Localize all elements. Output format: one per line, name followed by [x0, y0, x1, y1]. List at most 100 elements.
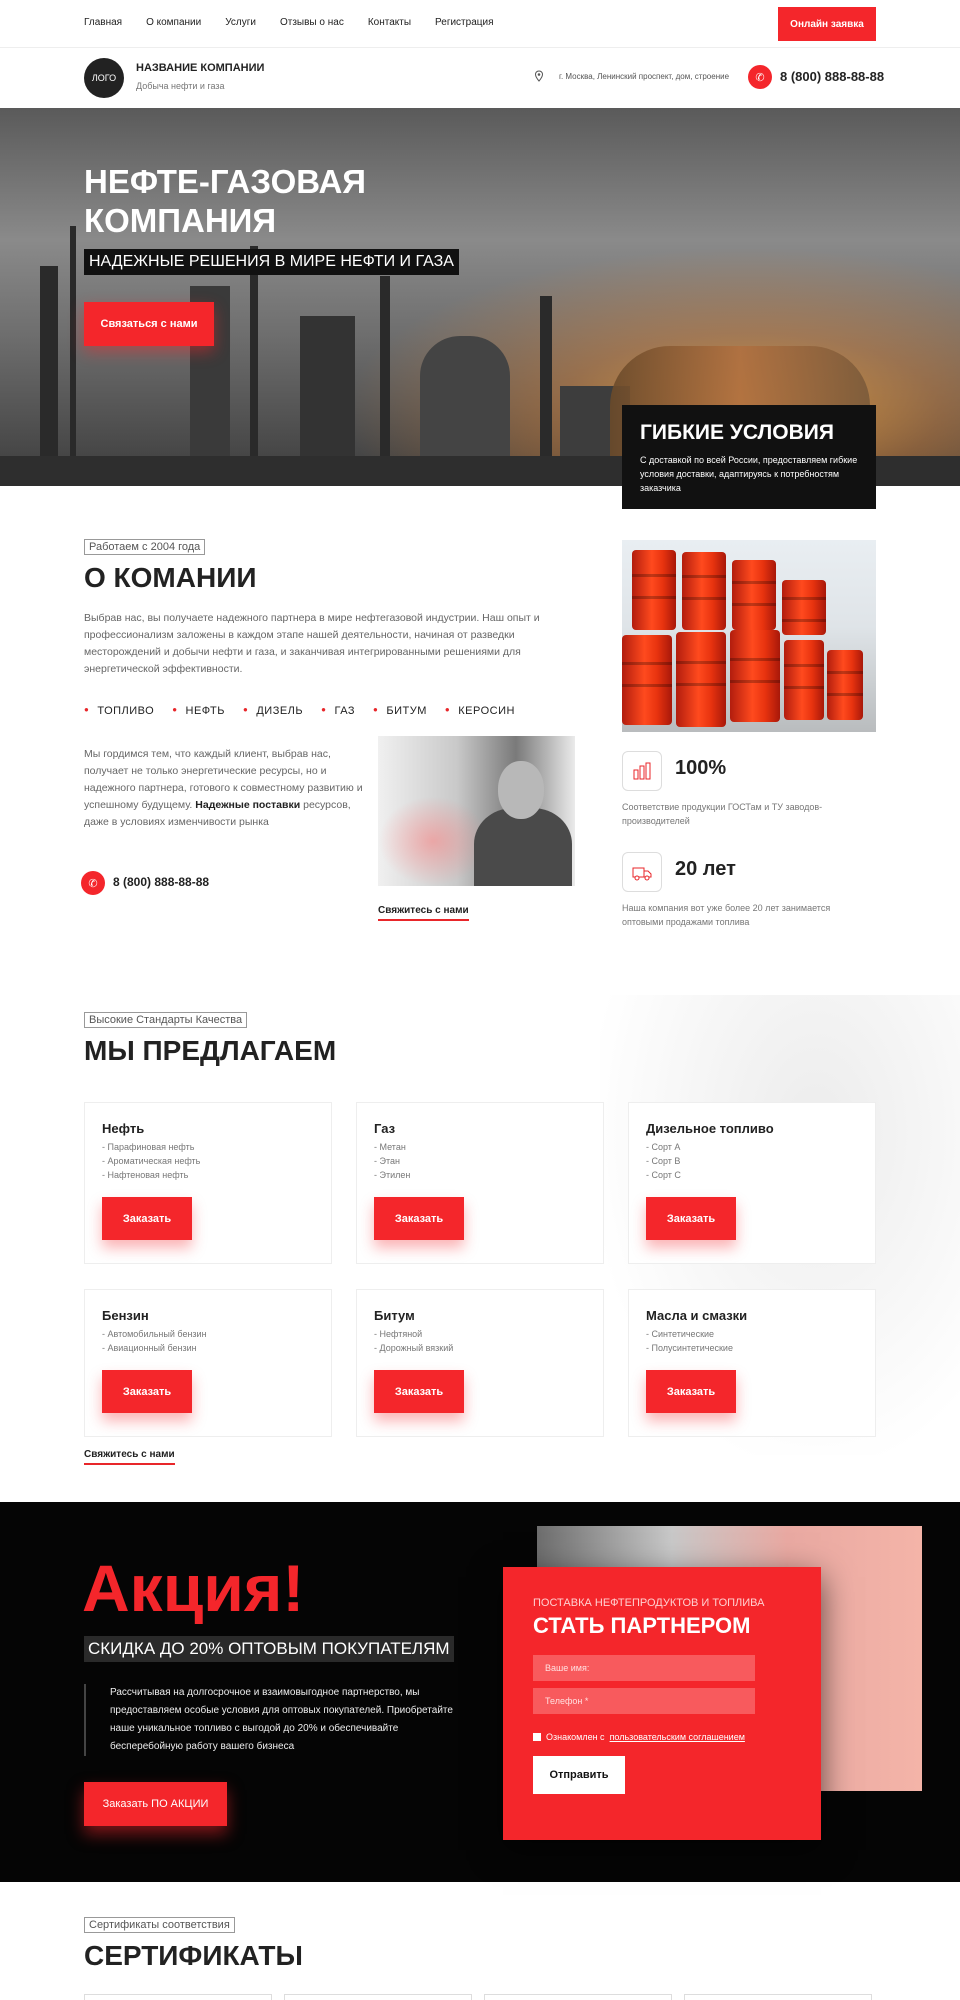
- nav-item-reviews[interactable]: Отзывы о нас: [280, 17, 344, 28]
- about-phone[interactable]: 8 (800) 888-88-88: [113, 875, 209, 889]
- contact-us-link[interactable]: Свяжитесь с нами: [84, 1449, 175, 1465]
- nav-item-services[interactable]: Услуги: [225, 17, 256, 28]
- contact-us-link[interactable]: Свяжитесь с нами: [378, 905, 469, 921]
- cert-card[interactable]: [484, 1994, 672, 2000]
- offer-card-item: - Дорожный вязкий: [374, 1343, 454, 1353]
- product-item: КЕРОСИН: [445, 705, 515, 717]
- offer-card-item: - Ароматическая нефть: [102, 1156, 201, 1166]
- submit-button[interactable]: Отправить: [533, 1756, 625, 1794]
- header-phone[interactable]: 8 (800) 888-88-88: [780, 69, 884, 84]
- order-button[interactable]: Заказать: [374, 1197, 464, 1240]
- offer-card-item: - Авиационный бензин: [102, 1343, 197, 1353]
- engineer-photo: [378, 736, 575, 886]
- location-icon: [533, 70, 545, 82]
- barrels-photo: [622, 540, 876, 732]
- stat-quality-value: 100%: [675, 757, 727, 779]
- order-button[interactable]: Заказать: [646, 1197, 736, 1240]
- online-request-button[interactable]: Онлайн заявка: [778, 7, 876, 41]
- product-list: ТОПЛИВО НЕФТЬ ДИЗЕЛЬ ГАЗ БИТУМ КЕРОСИН: [84, 705, 515, 717]
- flexible-terms-title: ГИБКИЕ УСЛОВИЯ: [640, 421, 834, 444]
- phone-icon[interactable]: ✆: [748, 65, 772, 89]
- promo-discount: СКИДКА ДО 20% ОПТОВЫМ ПОКУПАТЕЛЯМ: [84, 1636, 454, 1662]
- offer-card-item: - Парафиновая нефть: [102, 1142, 195, 1152]
- agreement-link[interactable]: пользовательским соглашением: [610, 1732, 745, 1742]
- form-title: СТАТЬ ПАРТНЕРОМ: [533, 1613, 751, 1638]
- offer-card-item: - Автомобильный бензин: [102, 1329, 207, 1339]
- about-text-2: Мы гордимся тем, что каждый клиент, выбр…: [84, 746, 364, 831]
- product-item: ГАЗ: [321, 705, 355, 717]
- hero-tagline: НАДЕЖНЫЕ РЕШЕНИЯ В МИРЕ НЕФТИ И ГАЗА: [84, 249, 459, 275]
- product-item: ТОПЛИВО: [84, 705, 154, 717]
- address: г. Москва, Ленинский проспект, дом, стро…: [559, 72, 730, 81]
- offer-card-item: - Сорт С: [646, 1170, 681, 1180]
- about-title: О КОМАНИИ: [84, 562, 257, 593]
- offer-card: Нефть - Парафиновая нефть - Ароматическа…: [84, 1102, 332, 1264]
- offers-tag: Высокие Стандарты Качества: [84, 1012, 248, 1028]
- company-name: НАЗВАНИЕ КОМПАНИИ: [136, 62, 265, 74]
- nav-item-contacts[interactable]: Контакты: [368, 17, 411, 28]
- form-subtitle: ПОСТАВКА НЕФТЕПРОДУКТОВ И ТОПЛИВА: [533, 1597, 765, 1609]
- order-button[interactable]: Заказать: [374, 1370, 464, 1413]
- stat-years-text: Наша компания вот уже более 20 лет заним…: [622, 903, 831, 927]
- company-subtitle: Добыча нефти и газа: [136, 81, 225, 91]
- logo[interactable]: ЛОГО: [84, 58, 124, 98]
- offer-card-title: Газ: [374, 1121, 396, 1136]
- order-button[interactable]: Заказать: [102, 1197, 192, 1240]
- offer-card-item: - Сорт А: [646, 1142, 681, 1152]
- agreement-text: Ознакомлен с: [546, 1732, 605, 1742]
- order-button[interactable]: Заказать: [102, 1370, 192, 1413]
- nav-item-about[interactable]: О компании: [146, 17, 201, 28]
- about-text-2-bold: Надежные поставки: [195, 799, 301, 811]
- hero-title-line2: КОМПАНИЯ: [84, 202, 277, 239]
- phone-input[interactable]: [533, 1688, 755, 1714]
- certs-tag: Сертификаты соответствия: [84, 1917, 235, 1933]
- about-text: Выбрав нас, вы получаете надежного партн…: [84, 612, 540, 675]
- flexible-terms-box: ГИБКИЕ УСЛОВИЯ С доставкой по всей Росси…: [622, 405, 876, 509]
- offer-card-title: Нефть: [102, 1121, 145, 1136]
- product-item: НЕФТЬ: [172, 705, 225, 717]
- hero-title: НЕФТЕ-ГАЗОВАЯ КОМПАНИЯ: [84, 162, 366, 240]
- hero-contact-button[interactable]: Связаться с нами: [84, 302, 214, 346]
- offer-card-title: Битум: [374, 1308, 415, 1323]
- offer-card-item: - Полусинтетические: [646, 1343, 733, 1353]
- nav-item-register[interactable]: Регистрация: [435, 17, 493, 28]
- flexible-terms-text: С доставкой по всей России, предоставляе…: [640, 455, 858, 493]
- hero-title-line1: НЕФТЕ-ГАЗОВАЯ: [84, 163, 367, 200]
- phone-icon[interactable]: ✆: [81, 871, 105, 895]
- order-button[interactable]: Заказать: [646, 1370, 736, 1413]
- cert-card[interactable]: [84, 1994, 272, 2000]
- about-tag: Работаем с 2004 года: [84, 539, 206, 555]
- offer-card-title: Бензин: [102, 1308, 149, 1323]
- offer-card-item: - Сорт В: [646, 1156, 681, 1166]
- offer-card: Бензин - Автомобильный бензин - Авиацион…: [84, 1289, 332, 1437]
- promo-order-button[interactable]: Заказать ПО АКЦИИ: [84, 1782, 227, 1826]
- agreement-checkbox[interactable]: [533, 1733, 541, 1741]
- promo-text: Рассчитывая на долгосрочное и взаимовыго…: [84, 1684, 464, 1756]
- offer-card-item: - Нефтяной: [374, 1329, 423, 1339]
- offers-title: МЫ ПРЕДЛАГАЕМ: [84, 1035, 337, 1066]
- offer-card: Битум - Нефтяной - Дорожный вязкий Заказ…: [356, 1289, 604, 1437]
- name-input[interactable]: [533, 1655, 755, 1681]
- cert-card[interactable]: [684, 1994, 872, 2000]
- stat-years-value: 20 лет: [675, 858, 736, 880]
- offer-card-item: - Нафтеновая нефть: [102, 1170, 189, 1180]
- offer-card-item: - Синтетические: [646, 1329, 715, 1339]
- cert-card[interactable]: [284, 1994, 472, 2000]
- fuel-truck-icon: [622, 852, 662, 892]
- offer-card-title: Дизельное топливо: [646, 1121, 774, 1136]
- agreement-row: Ознакомлен с пользовательским соглашение…: [533, 1732, 791, 1742]
- stat-quality-text: Соответствие продукции ГОСТам и ТУ завод…: [622, 802, 823, 826]
- top-nav: Главная О компании Услуги Отзывы о нас К…: [84, 17, 494, 28]
- offer-card: Масла и смазки - Синтетические - Полусин…: [628, 1289, 876, 1437]
- product-item: БИТУМ: [373, 705, 427, 717]
- product-item: ДИЗЕЛЬ: [243, 705, 303, 717]
- nav-item-home[interactable]: Главная: [84, 17, 122, 28]
- offer-card-title: Масла и смазки: [646, 1308, 748, 1323]
- certs-title: СЕРТИФИКАТЫ: [84, 1940, 303, 1971]
- partner-form: ПОСТАВКА НЕФТЕПРОДУКТОВ И ТОПЛИВА СТАТЬ …: [503, 1567, 821, 1840]
- product-quality-icon: [622, 751, 662, 791]
- offer-card-item: - Метан: [374, 1142, 406, 1152]
- offer-card: Газ - Метан - Этан - Этилен Заказать: [356, 1102, 604, 1264]
- offer-card-item: - Этан: [374, 1156, 400, 1166]
- offer-card-item: - Этилен: [374, 1170, 411, 1180]
